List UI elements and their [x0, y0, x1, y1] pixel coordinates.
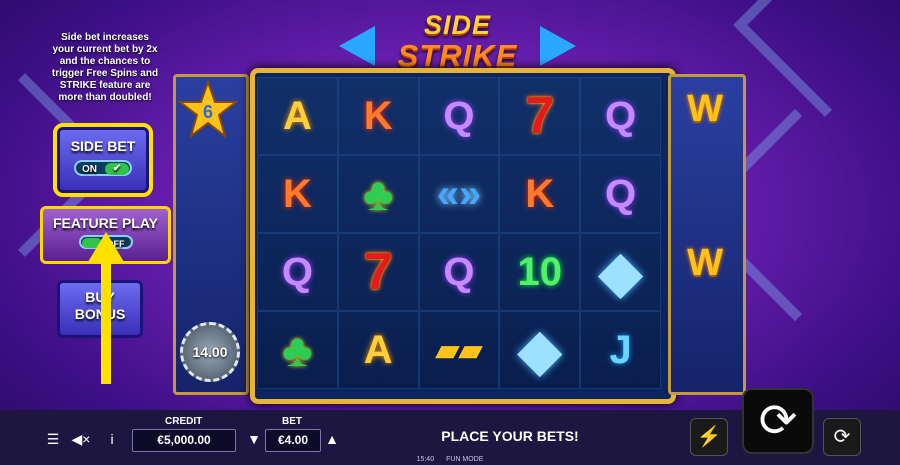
- symbol-q: Q: [418, 77, 500, 155]
- background-chevron: [733, 0, 900, 117]
- symbol-k: K: [337, 77, 419, 155]
- game-mode: FUN MODE: [446, 456, 484, 463]
- info-icon[interactable]: i: [101, 429, 123, 449]
- symbol-k: K: [257, 155, 338, 233]
- symbol-10: 10: [499, 233, 581, 311]
- symbol-k: K: [499, 155, 581, 233]
- bet-up-icon[interactable]: ▲: [321, 429, 343, 449]
- menu-icon[interactable]: ☰: [42, 429, 64, 449]
- side-bet-toggle-label: ON: [82, 164, 97, 175]
- side-bet-tooltip: Side bet increases your current bet by 2…: [51, 32, 159, 103]
- clover-icon: ♣: [257, 311, 338, 389]
- diamond-icon: ◆: [580, 233, 661, 311]
- bet-label: BET: [282, 416, 302, 427]
- symbol-q: Q: [580, 155, 661, 233]
- credit-value: €5,000.00: [132, 429, 236, 452]
- side-bet-label: SIDE BET: [70, 138, 136, 154]
- symbol-7: 7: [499, 77, 581, 155]
- autoplay-icon[interactable]: ⟳: [823, 418, 861, 456]
- wild-symbol-bottom: W: [687, 242, 723, 284]
- star-value: 6: [203, 102, 213, 122]
- sound-off-icon[interactable]: ◀×: [70, 429, 92, 449]
- feature-play-label: FEATURE PLAY: [52, 215, 158, 231]
- turbo-icon[interactable]: ⚡: [690, 418, 728, 456]
- reel-grid: A K Q 7 Q K ♣ «» K Q Q 7 Q 10 ◆ ♣ A ▰▰ ◆ J: [257, 77, 661, 389]
- side-bet-toggle[interactable]: ON ✔: [74, 160, 132, 176]
- symbol-q: Q: [580, 77, 661, 155]
- arrow-up-icon: [88, 232, 124, 384]
- checkmark-icon: ✔: [105, 163, 129, 175]
- bet-down-icon[interactable]: ▼: [243, 429, 265, 449]
- footer: 15:40 FUN MODE: [0, 456, 900, 463]
- status-message: PLACE YOUR BETS!: [441, 428, 579, 444]
- symbol-j: J: [580, 311, 661, 389]
- spin-icon[interactable]: ⟳: [742, 388, 814, 454]
- side-bet-button[interactable]: SIDE BET ON ✔: [53, 123, 153, 197]
- gold-bars-icon: ▰▰: [418, 311, 500, 389]
- strike-symbol-icon: «»: [418, 155, 500, 233]
- symbol-a: A: [337, 311, 419, 389]
- symbol-7: 7: [337, 233, 419, 311]
- bet-value: €4.00: [265, 429, 321, 452]
- coin-chip: 14.00: [180, 322, 240, 382]
- symbol-q: Q: [257, 233, 338, 311]
- wild-symbol-top: W: [687, 88, 723, 130]
- game-logo: SIDE STRIKE: [335, 6, 580, 76]
- diamond-icon: ◆: [499, 311, 581, 389]
- symbol-a: A: [257, 77, 338, 155]
- star-icon: 6: [178, 80, 238, 139]
- clock-time: 15:40: [416, 456, 435, 463]
- clover-icon: ♣: [337, 155, 419, 233]
- credit-label: CREDIT: [165, 416, 203, 427]
- logo-text-side: SIDE: [423, 10, 492, 40]
- symbol-q: Q: [418, 233, 500, 311]
